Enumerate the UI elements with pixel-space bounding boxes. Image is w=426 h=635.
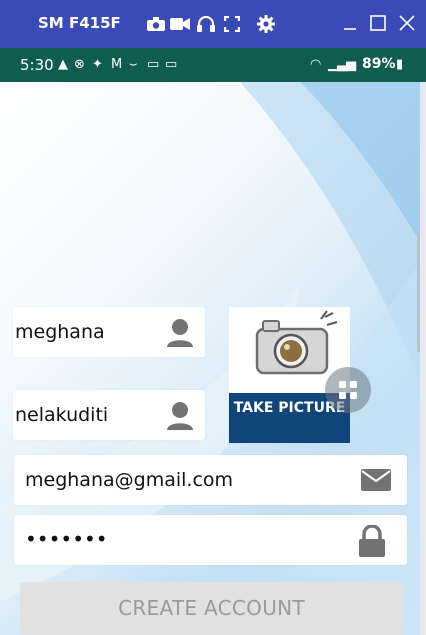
status-time: 5:30 (20, 56, 54, 74)
email-value: meghana@gmail.com (25, 469, 234, 491)
emulator-title-bar: SM F415F (0, 0, 426, 48)
first-name-field[interactable]: meghana (13, 307, 205, 357)
email-field[interactable]: meghana@gmail.com (14, 455, 407, 505)
headset-icon[interactable] (196, 14, 216, 34)
camera-icon[interactable] (146, 14, 166, 34)
close-icon[interactable] (396, 12, 418, 34)
window-frame-edge (420, 82, 426, 635)
wave-icon: ⌣ (129, 57, 138, 72)
keyboard-icon: ▭ (147, 57, 160, 72)
last-name-value: nelakuditi (15, 404, 109, 426)
twitter-icon: ✦ (92, 57, 103, 72)
settings-icon[interactable] (256, 14, 276, 34)
password-value: ••••••• (25, 527, 108, 551)
device-title: SM F415F (38, 14, 121, 32)
floating-grid-button[interactable] (325, 367, 371, 413)
lock-icon (357, 524, 387, 562)
first-name-value: meghana (15, 321, 105, 343)
warning-icon: ▲ (58, 57, 68, 72)
video-icon[interactable] (170, 14, 190, 34)
laptop-icon: ▭ (165, 57, 178, 72)
signup-screen: meghana nelakuditi TAKE PICTURE meghana@… (0, 82, 420, 635)
password-field[interactable]: ••••••• (14, 515, 407, 565)
minimize-icon[interactable] (340, 12, 362, 34)
mail-icon (361, 469, 391, 496)
person-icon (165, 400, 195, 435)
person-icon (165, 317, 195, 352)
battery-level: 89% (362, 56, 396, 72)
battery-icon: ▮ (396, 57, 404, 72)
gmail-icon: M (111, 57, 123, 72)
fullscreen-icon[interactable] (222, 14, 242, 34)
navigation-icon: ⊗ (74, 57, 85, 72)
grid-icon (339, 381, 357, 399)
last-name-field[interactable]: nelakuditi (13, 390, 205, 440)
android-status-bar: 5:30 ▲ ⊗ ✦ M ⌣ ▭ ▭ ◠ ▁▃▅ 89% ▮ (0, 48, 426, 82)
signal-icon: ▁▃▅ (328, 57, 356, 72)
wifi-icon: ◠ (310, 57, 322, 72)
maximize-icon[interactable] (367, 12, 389, 34)
create-account-button[interactable]: CREATE ACCOUNT (20, 582, 403, 635)
